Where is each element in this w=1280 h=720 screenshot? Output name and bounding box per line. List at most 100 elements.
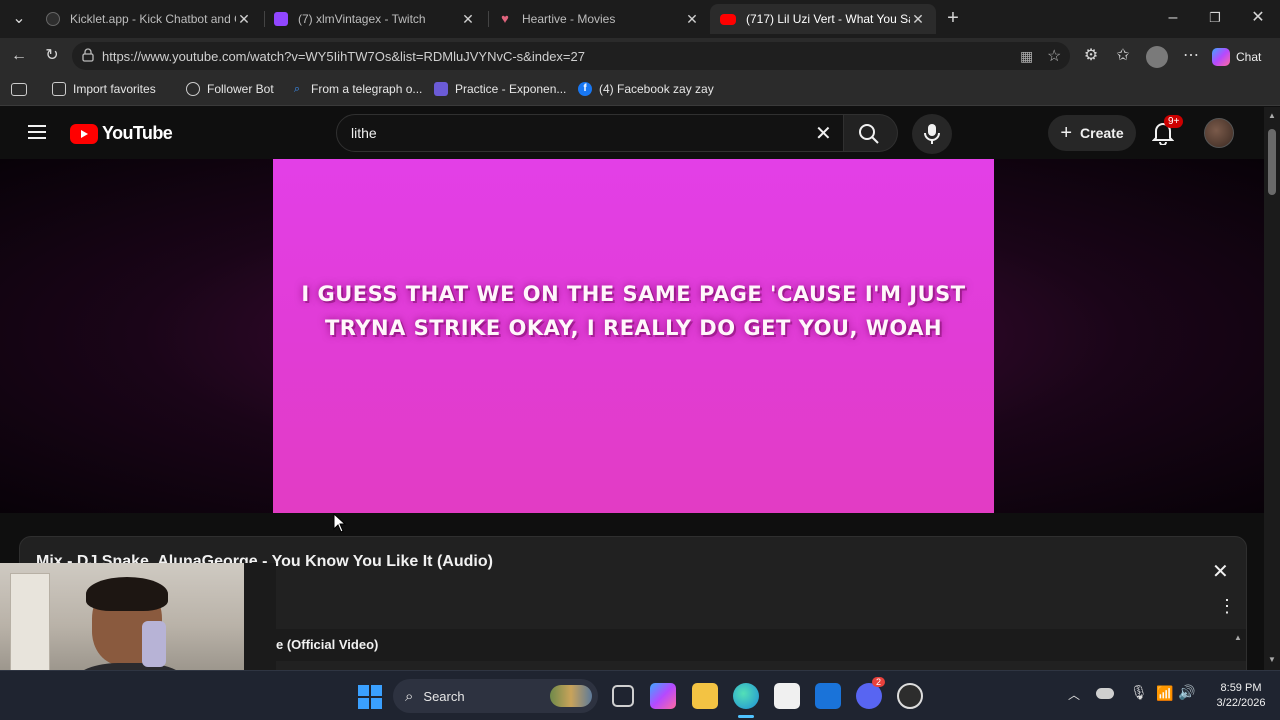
new-tab-plus-icon[interactable]: + bbox=[940, 6, 966, 30]
apps-icon[interactable]: ▦ bbox=[1020, 48, 1033, 65]
outlook-icon[interactable] bbox=[815, 683, 841, 709]
profile-avatar-icon[interactable] bbox=[1146, 46, 1168, 68]
favorite-star-icon[interactable]: ☆ bbox=[1047, 46, 1061, 66]
search-small-icon: ⌕ bbox=[293, 83, 301, 95]
more-menu-icon[interactable]: ⋯ bbox=[1178, 44, 1204, 68]
browser-tab-strip: ⌄ Kicklet.app - Kick Chatbot and Overlay… bbox=[0, 0, 1280, 38]
onedrive-cloud-icon[interactable] bbox=[1096, 688, 1114, 699]
search-input[interactable]: lithe ✕ bbox=[336, 114, 844, 152]
taskbar-search-box[interactable]: ⌕ Search bbox=[393, 679, 598, 713]
tab-youtube-active[interactable]: (717) Lil Uzi Vert - What You Saying ✕ bbox=[710, 4, 936, 34]
microphone-tray-icon[interactable]: 🎙 bbox=[1130, 684, 1148, 701]
lock-icon[interactable] bbox=[82, 48, 94, 62]
copilot-taskbar-icon[interactable] bbox=[650, 683, 676, 709]
taskbar-search-label: Search bbox=[423, 688, 465, 704]
bookmark-import-favorites[interactable]: Import favorites bbox=[52, 82, 156, 96]
playlist-close-icon[interactable]: ✕ bbox=[1212, 559, 1229, 584]
volume-icon[interactable]: 🔊 bbox=[1178, 684, 1195, 701]
tab-close-icon[interactable]: ✕ bbox=[910, 11, 926, 28]
search-icon bbox=[859, 124, 879, 144]
browser-toolbar: ← ↻ https://www.youtube.com/watch?v=WY5I… bbox=[0, 38, 1280, 74]
favorites-icon[interactable]: ✩ bbox=[1110, 44, 1136, 68]
youtube-logo[interactable]: YouTube bbox=[70, 123, 173, 144]
lyrics-text: I GUESS THAT WE ON THE SAME PAGE 'CAUSE … bbox=[293, 277, 974, 345]
copilot-icon bbox=[1212, 48, 1230, 66]
tab-close-icon[interactable]: ✕ bbox=[684, 11, 700, 28]
refresh-icon[interactable]: ↻ bbox=[39, 44, 65, 68]
copilot-chat-button[interactable]: Chat bbox=[1212, 46, 1261, 68]
bookmark-telegraph[interactable]: ⌕ From a telegraph o... bbox=[290, 82, 422, 96]
hamburger-menu-icon[interactable] bbox=[28, 125, 46, 139]
sidebar-toggle-icon[interactable] bbox=[11, 83, 27, 96]
page-scrollbar[interactable]: ▲ ▼ bbox=[1264, 107, 1280, 670]
back-arrow-icon[interactable]: ← bbox=[6, 44, 32, 68]
voice-search-button[interactable] bbox=[912, 114, 952, 154]
notifications-button[interactable]: 9+ bbox=[1151, 115, 1184, 147]
playlist-more-options-icon[interactable]: ⋮ bbox=[1218, 597, 1236, 615]
twitch-favicon-icon bbox=[274, 12, 288, 26]
playlist-item-title: e (Official Video) bbox=[276, 637, 379, 652]
url-text: https://www.youtube.com/watch?v=WY5IihTW… bbox=[102, 49, 585, 64]
tab-heartive[interactable]: ♥ Heartive - Movies ✕ bbox=[488, 4, 710, 34]
chat-label: Chat bbox=[1236, 50, 1262, 64]
search-highlight-image bbox=[550, 685, 592, 707]
bookmark-follower-bot[interactable]: Follower Bot bbox=[186, 82, 274, 96]
lyrics-line-2: TRYNA STRIKE OKAY, I REALLY DO GET YOU, … bbox=[324, 316, 943, 340]
taskbar-search-icon: ⌕ bbox=[405, 687, 414, 705]
create-label: Create bbox=[1080, 125, 1124, 141]
edge-browser-icon[interactable] bbox=[733, 683, 759, 709]
scroll-up-arrow-icon[interactable]: ▲ bbox=[1234, 633, 1242, 642]
tab-kicklet[interactable]: Kicklet.app - Kick Chatbot and Overlays … bbox=[36, 4, 262, 34]
globe-icon bbox=[186, 82, 200, 96]
wifi-icon[interactable]: 📶 bbox=[1156, 685, 1173, 702]
tab-title: (7) xlmVintagex - Twitch bbox=[298, 12, 426, 26]
bookmark-label: Import favorites bbox=[73, 82, 156, 96]
plus-icon: + bbox=[1060, 121, 1073, 144]
obs-studio-icon[interactable] bbox=[897, 683, 923, 709]
edge-active-indicator bbox=[738, 715, 754, 718]
tab-twitch[interactable]: (7) xlmVintagex - Twitch ✕ bbox=[264, 4, 486, 34]
windows-taskbar: ⌕ Search 2 ︿ 🎙 📶 🔊 8:59 PM 3/22/2026 bbox=[0, 670, 1280, 720]
list-icon bbox=[434, 82, 448, 96]
window-minimize-icon[interactable]: – bbox=[1160, 6, 1186, 30]
video-player[interactable]: I GUESS THAT WE ON THE SAME PAGE 'CAUSE … bbox=[0, 159, 1264, 513]
youtube-favicon-icon bbox=[720, 13, 736, 25]
address-bar[interactable]: https://www.youtube.com/watch?v=WY5IihTW… bbox=[72, 42, 1070, 70]
bookmark-facebook[interactable]: f (4) Facebook zay zay bbox=[578, 82, 714, 96]
tab-list-chevron-icon[interactable]: ⌄ bbox=[6, 7, 32, 31]
microsoft-store-icon[interactable] bbox=[774, 683, 800, 709]
taskbar-clock[interactable]: 8:59 PM 3/22/2026 bbox=[1208, 681, 1274, 711]
scrollbar-up-arrow-icon[interactable]: ▲ bbox=[1268, 111, 1276, 120]
discord-icon[interactable]: 2 bbox=[856, 677, 886, 709]
create-button[interactable]: + Create bbox=[1048, 115, 1136, 151]
youtube-play-icon bbox=[70, 123, 98, 144]
scrollbar-thumb[interactable] bbox=[1268, 129, 1276, 195]
window-restore-icon[interactable]: ❐ bbox=[1202, 6, 1228, 30]
channel-avatar[interactable] bbox=[1204, 118, 1234, 148]
video-frame[interactable]: I GUESS THAT WE ON THE SAME PAGE 'CAUSE … bbox=[273, 159, 994, 513]
tab-title: (717) Lil Uzi Vert - What You Saying bbox=[746, 12, 910, 26]
mouse-cursor-icon bbox=[333, 513, 347, 533]
task-view-icon[interactable] bbox=[612, 685, 634, 707]
window-close-icon[interactable]: ✕ bbox=[1245, 6, 1271, 30]
windows-start-icon[interactable] bbox=[358, 685, 382, 709]
notification-count-badge: 9+ bbox=[1164, 115, 1184, 128]
scrollbar-down-arrow-icon[interactable]: ▼ bbox=[1268, 655, 1276, 664]
heart-favicon-icon: ♥ bbox=[501, 11, 509, 26]
extension-icon[interactable]: ⚙ bbox=[1078, 44, 1104, 68]
clear-search-icon[interactable]: ✕ bbox=[815, 121, 832, 146]
show-hidden-icons-chevron-icon[interactable]: ︿ bbox=[1068, 686, 1080, 703]
tab-title: Heartive - Movies bbox=[522, 12, 616, 26]
search-input-value: lithe bbox=[351, 125, 377, 141]
tab-close-icon[interactable]: ✕ bbox=[236, 11, 252, 28]
bookmark-practice[interactable]: Practice - Exponen... bbox=[434, 82, 566, 96]
microphone-icon bbox=[924, 124, 940, 144]
tab-title: Kicklet.app - Kick Chatbot and Overlays bbox=[70, 12, 236, 26]
clock-date: 3/22/2026 bbox=[1216, 697, 1266, 709]
lyrics-line-1: I GUESS THAT WE ON THE SAME PAGE 'CAUSE … bbox=[301, 282, 966, 306]
tab-close-icon[interactable]: ✕ bbox=[460, 11, 476, 28]
youtube-logo-text: YouTube bbox=[102, 123, 173, 143]
import-icon bbox=[52, 82, 66, 96]
search-button[interactable] bbox=[844, 114, 898, 152]
file-explorer-icon[interactable] bbox=[692, 683, 718, 709]
